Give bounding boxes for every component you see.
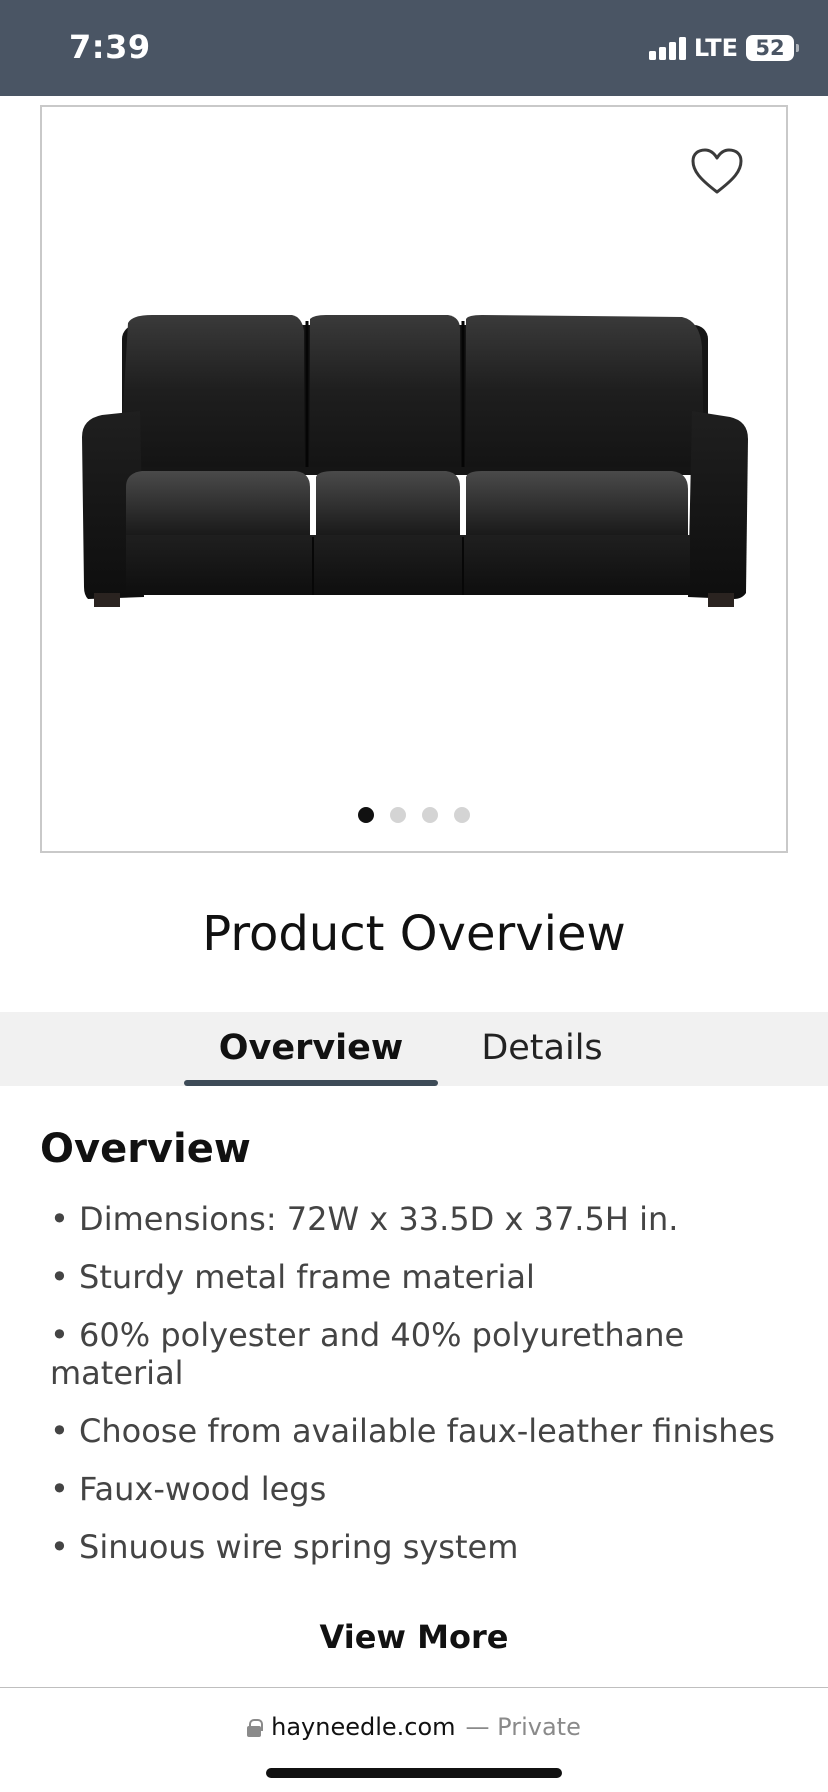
signal-icon — [648, 36, 686, 60]
status-indicators: LTE 52 — [648, 34, 799, 62]
tab-details[interactable]: Details — [470, 1012, 614, 1086]
heart-outline-icon[interactable] — [690, 147, 744, 195]
list-item: • Faux-wood legs — [50, 1470, 327, 1508]
product-gallery[interactable] — [40, 105, 788, 853]
battery-icon: 52 — [746, 35, 799, 61]
sofa-image — [82, 315, 748, 607]
feature-list: • Dimensions: 72W x 33.5D x 37.5H in. • … — [50, 1200, 790, 1586]
url-domain: hayneedle.com — [271, 1713, 456, 1741]
list-item: • Choose from available faux-leather fin… — [50, 1412, 775, 1450]
view-more-button[interactable]: View More — [0, 1618, 828, 1656]
status-bar: 7:39 LTE 52 — [0, 0, 828, 96]
browser-address-bar[interactable]: hayneedle.com — Private — [0, 1687, 828, 1792]
tab-overview[interactable]: Overview — [184, 1012, 438, 1086]
private-label: — Private — [465, 1713, 581, 1741]
url-display[interactable]: hayneedle.com — Private — [0, 1713, 828, 1741]
tab-bar: Overview Details — [0, 1012, 828, 1086]
carousel-dot[interactable] — [358, 807, 374, 823]
list-item: • Dimensions: 72W x 33.5D x 37.5H in. — [50, 1200, 679, 1238]
list-item: • Sinuous wire spring system — [50, 1528, 519, 1566]
carousel-dot[interactable] — [422, 807, 438, 823]
carousel-dot[interactable] — [454, 807, 470, 823]
list-item: • Sturdy metal frame material — [50, 1258, 535, 1296]
lock-icon — [247, 1718, 264, 1738]
page-title: Product Overview — [202, 906, 626, 962]
list-item: • 60% polyester and 40% polyurethane mat… — [50, 1316, 685, 1392]
home-indicator[interactable] — [266, 1768, 562, 1778]
carousel-dot[interactable] — [390, 807, 406, 823]
section-title: Overview — [40, 1126, 251, 1172]
carousel-dots — [42, 807, 786, 823]
status-time: 7:39 — [69, 28, 151, 66]
network-label: LTE — [693, 34, 738, 62]
